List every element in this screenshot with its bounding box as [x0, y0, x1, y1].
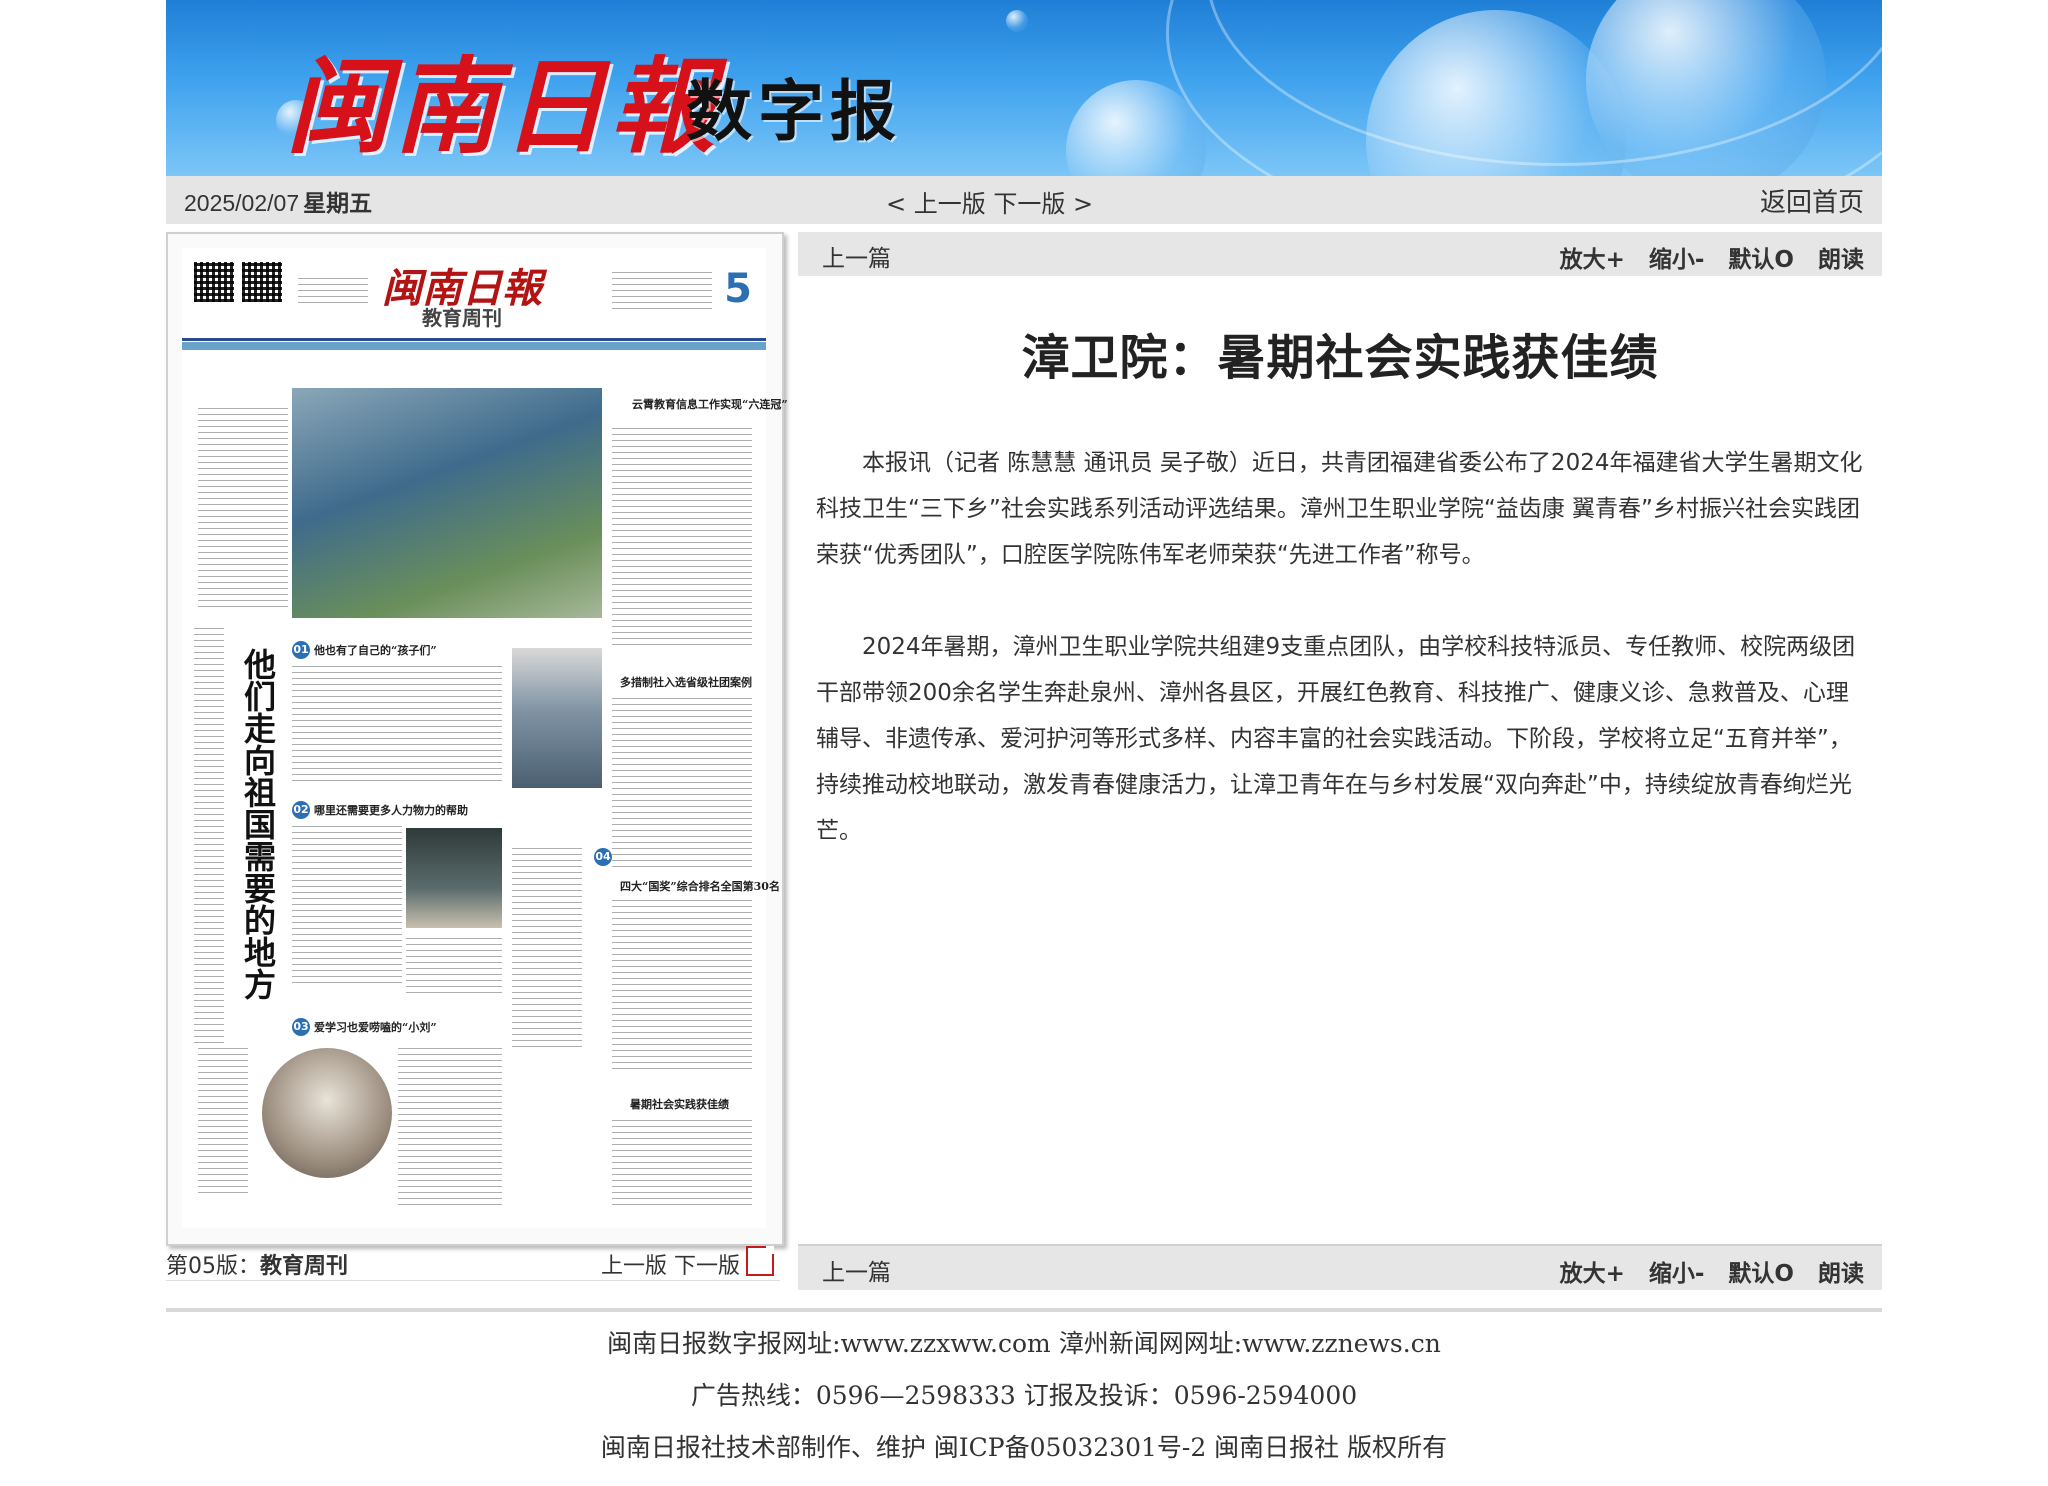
- photo-students: [292, 388, 602, 618]
- subhead-7: 暑期社会实践获佳绩: [630, 1098, 729, 1111]
- issue-date: 2025/02/07 星期五: [184, 190, 373, 216]
- pdf-download-icon[interactable]: [746, 1246, 774, 1276]
- prev-article-link[interactable]: 上一篇: [822, 1253, 891, 1287]
- newspaper-page: 闽南日報 教育周刊 5 他们走向祖国需要的地方 01 他也有了自己的“孩子们” …: [182, 248, 788, 1228]
- header-banner: 闽南日報 数字报: [166, 0, 1882, 176]
- article-title: 漳卫院：暑期社会实践获佳绩: [1021, 330, 1659, 386]
- default-size-button[interactable]: 默认O: [1728, 1261, 1794, 1287]
- read-aloud-button[interactable]: 朗读: [1818, 1261, 1864, 1287]
- article-body: 本报讯（记者 陈慧慧 通讯员 吴子敬）近日，共青团福建省委公布了2024年福建省…: [816, 440, 1866, 900]
- site-logo: 闽南日報: [286, 45, 719, 168]
- prev-page-link[interactable]: < 上一版: [886, 190, 986, 218]
- subhead-2: 哪里还需要更多人力物力的帮助: [314, 804, 468, 817]
- subhead-4: 云霄教育信息工作实现“六连冠”: [632, 398, 788, 411]
- prev-article-link[interactable]: 上一篇: [822, 239, 891, 273]
- subhead-6: 四大“国奖”综合排名全国第30名: [620, 880, 780, 893]
- photo-portrait: [262, 1048, 392, 1178]
- default-size-button[interactable]: 默认O: [1728, 247, 1794, 273]
- zoom-in-button[interactable]: 放大+: [1560, 247, 1625, 273]
- article-toolbar-bottom: 上一篇 放大+ 缩小- 默认O 朗读: [798, 1244, 1882, 1290]
- qr-code-icon: [242, 262, 282, 302]
- footer-copyright: 闽南日报社技术部制作、维护 闽ICP备05032301号-2 闽南日报社 版权所…: [600, 1433, 1448, 1462]
- caption-next-page-link[interactable]: 下一版: [674, 1254, 740, 1279]
- footer-hotline: 广告热线：0596—2598333 订报及投诉：0596-2594000: [690, 1381, 1358, 1410]
- home-link[interactable]: 返回首页: [1760, 182, 1864, 219]
- footer-urls: 闽南日报数字报网址:www.zzxww.com 漳州新闻网网址:www.zzne…: [607, 1329, 1441, 1358]
- zoom-out-button[interactable]: 缩小-: [1649, 247, 1705, 273]
- subhead-3: 爱学习也爱唠嗑的“小刘”: [314, 1021, 437, 1034]
- qr-code-icon: [194, 262, 234, 302]
- subhead-5: 多措制社入选省级社团案例: [620, 676, 752, 689]
- page-nav: < 上一版 下一版 >: [886, 184, 1093, 219]
- subhead-1: 他也有了自己的“孩子们”: [314, 644, 437, 657]
- newspaper-masthead: 闽南日報 教育周刊 5: [182, 248, 766, 341]
- page-caption-name[interactable]: 教育周刊: [260, 1254, 348, 1279]
- vertical-headline: 他们走向祖国需要的地方: [239, 648, 277, 1000]
- read-aloud-button[interactable]: 朗读: [1818, 247, 1864, 273]
- edition-name: 教育周刊: [422, 306, 502, 330]
- zoom-out-button[interactable]: 缩小-: [1649, 1261, 1705, 1287]
- photo-classroom: [512, 648, 602, 788]
- article-paragraph: 本报讯（记者 陈慧慧 通讯员 吴子敬）近日，共青团福建省委公布了2024年福建省…: [816, 450, 1863, 568]
- photo-blackboard: [406, 828, 502, 928]
- newspaper-page-image[interactable]: 闽南日報 教育周刊 5 他们走向祖国需要的地方 01 他也有了自己的“孩子们” …: [166, 232, 788, 1246]
- page-caption: 第05版：教育周刊 上一版 下一版: [166, 1244, 780, 1281]
- article-paragraph: 2024年暑期，漳州卫生职业学院共组建9支重点团队，由学校科技特派员、专任教师、…: [816, 634, 1856, 844]
- zoom-in-button[interactable]: 放大+: [1560, 1261, 1625, 1287]
- footer-divider: [166, 1308, 1882, 1312]
- site-subtitle: 数字报: [686, 73, 902, 150]
- article-toolbar-top: 上一篇 放大+ 缩小- 默认O 朗读: [798, 232, 1882, 276]
- caption-prev-page-link[interactable]: 上一版: [601, 1254, 667, 1279]
- next-page-link[interactable]: 下一版 >: [993, 190, 1093, 218]
- page-caption-label: 第05版：: [166, 1254, 260, 1279]
- date-bar: 2025/02/07 星期五 < 上一版 下一版 > 返回首页: [166, 176, 1882, 224]
- page-number: 5: [724, 266, 752, 312]
- issue-weekday: 星期五: [303, 190, 373, 216]
